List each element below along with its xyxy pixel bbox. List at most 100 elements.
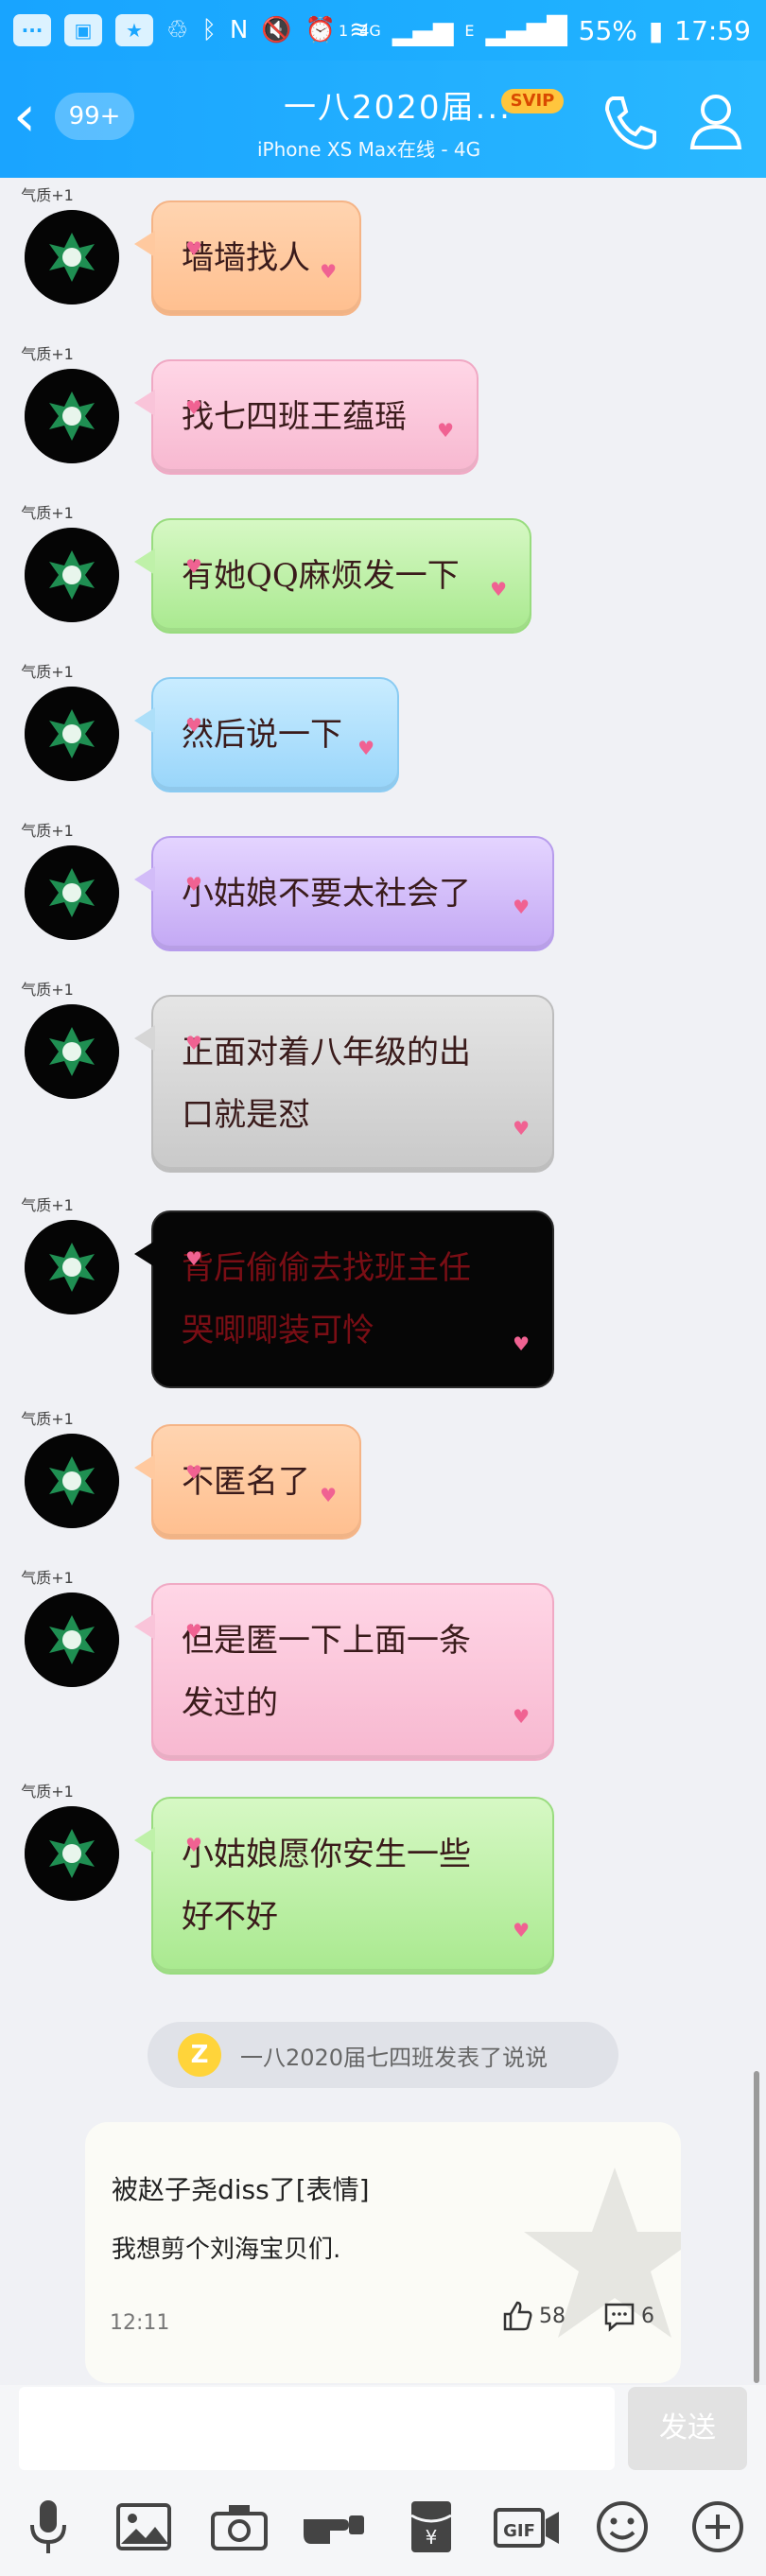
- battery-icon: ▮: [648, 14, 664, 46]
- clock: 17:59: [674, 14, 751, 46]
- message-input[interactable]: [19, 2387, 615, 2470]
- message-bubble[interactable]: 不匿名了 ♥ ♥: [134, 1424, 361, 1540]
- heart-decoration-icon: ♥: [185, 1620, 202, 1643]
- scrollbar[interactable]: [754, 2071, 759, 2383]
- avatar[interactable]: [25, 1220, 119, 1314]
- message-bubble[interactable]: 但是匿一下上面一条 发过的 ♥ ♥: [134, 1583, 554, 1761]
- message-app-icon: ···: [13, 14, 51, 46]
- avatar[interactable]: [25, 1806, 119, 1901]
- message-bubble[interactable]: 然后说一下 ♥ ♥: [134, 677, 399, 792]
- send-button[interactable]: 发送: [628, 2387, 747, 2470]
- heart-decoration-icon: ♥: [320, 260, 337, 283]
- camera-icon[interactable]: [205, 2493, 273, 2561]
- heart-decoration-icon: ♥: [513, 896, 530, 918]
- heart-decoration-icon: ♥: [513, 1919, 530, 1941]
- heart-decoration-icon: ♥: [185, 396, 202, 419]
- message-bubble[interactable]: 小姑娘愿你安生一些 好不好 ♥ ♥: [134, 1797, 554, 1975]
- comment-button[interactable]: 6: [603, 2300, 654, 2332]
- message-text: 然后说一下: [182, 716, 342, 754]
- message-text: 口就是怼: [182, 1096, 310, 1134]
- heart-decoration-icon: ♥: [185, 555, 202, 578]
- chat-subtitle: iPhone XS Max在线 - 4G: [257, 138, 481, 161]
- avatar-badge: 气质+1: [21, 822, 74, 840]
- avatar[interactable]: [25, 1593, 119, 1687]
- post-text-line-1: 被赵子尧diss了[表情]: [112, 2174, 370, 2205]
- gallery-app-icon: ▣: [64, 14, 102, 46]
- heart-decoration-icon: ♥: [185, 714, 202, 737]
- red-packet-icon[interactable]: ¥: [397, 2493, 465, 2561]
- avatar-badge: 气质+1: [21, 186, 74, 204]
- plus-icon[interactable]: [684, 2493, 752, 2561]
- heart-decoration-icon: ♥: [185, 1461, 202, 1484]
- message-text: 找七四班王蕴瑶: [182, 398, 407, 436]
- heart-decoration-icon: ♥: [437, 419, 454, 442]
- message-text: 不匿名了: [182, 1463, 310, 1501]
- avatar[interactable]: [25, 528, 119, 622]
- gif-icon[interactable]: GIF: [493, 2493, 561, 2561]
- avatar[interactable]: [25, 687, 119, 781]
- status-bar: ··· ▣ ★ ♲ ᛒ N 🔇 ⏰ ≋ 1 4G ▂▄▆ E ▂▄▆█ 55% …: [0, 0, 766, 61]
- heart-decoration-icon: ♥: [490, 578, 507, 600]
- avatar-badge: 气质+1: [21, 345, 74, 363]
- message-text: 但是匿一下上面一条: [182, 1622, 471, 1660]
- comment-count: 6: [641, 2304, 654, 2328]
- chat-header: ‹ 99+ 一八2020届... SVIP iPhone XS Max在线 - …: [0, 61, 766, 178]
- heart-decoration-icon: ♥: [185, 1247, 202, 1270]
- message-bubble[interactable]: 背后偷偷去找班主任 哭唧唧装可怜 ♥ ♥: [134, 1210, 554, 1388]
- comment-icon: [604, 2303, 635, 2332]
- message-bubble[interactable]: 找七四班王蕴瑶 ♥ ♥: [134, 359, 479, 475]
- message-text: 哭唧唧装可怜: [182, 1312, 374, 1349]
- avatar[interactable]: [25, 210, 119, 305]
- star-app-icon: ★: [115, 14, 153, 46]
- hand-icon[interactable]: [301, 2493, 369, 2561]
- message-bubble[interactable]: 有她QQ麻烦发一下 ♥ ♥: [134, 518, 531, 634]
- message-bubble[interactable]: 正面对着八年级的出 口就是怼 ♥ ♥: [134, 995, 554, 1173]
- thumbs-up-icon: [503, 2301, 532, 2331]
- message-bubble[interactable]: 墙墙找人 ♥ ♥: [134, 200, 361, 316]
- message-text: 有她QQ麻烦发一下: [182, 557, 460, 595]
- sim-slot: 1: [339, 21, 349, 40]
- heart-decoration-icon: ♥: [185, 1032, 202, 1054]
- recycle-icon: ♲: [166, 16, 189, 44]
- heart-decoration-icon: ♥: [513, 1117, 530, 1140]
- message-text: 小姑娘愿你安生一些: [182, 1836, 471, 1873]
- chat-title[interactable]: 一八2020届...: [284, 81, 512, 128]
- message-text: 正面对着八年级的出: [182, 1034, 471, 1071]
- heart-decoration-icon: ♥: [185, 237, 202, 260]
- svg-text:¥: ¥: [425, 2526, 437, 2549]
- phone-icon[interactable]: [596, 89, 662, 155]
- mic-icon[interactable]: [14, 2493, 82, 2561]
- profile-icon[interactable]: [683, 87, 749, 153]
- avatar[interactable]: [25, 1004, 119, 1099]
- network-type: 4G: [359, 21, 381, 40]
- bluetooth-icon: ᛒ: [201, 16, 217, 44]
- post-card[interactable]: 被赵子尧diss了[表情] 我想剪个刘海宝贝们. 12:11 58 6: [85, 2122, 681, 2383]
- message-bubble[interactable]: 小姑娘不要太社会了 ♥ ♥: [134, 836, 554, 951]
- heart-decoration-icon: ♥: [513, 1332, 530, 1355]
- avatar-badge: 气质+1: [21, 504, 74, 522]
- avatar[interactable]: [25, 845, 119, 940]
- heart-decoration-icon: ♥: [320, 1484, 337, 1506]
- message-text: 墙墙找人: [182, 239, 310, 277]
- avatar[interactable]: [25, 369, 119, 463]
- image-icon[interactable]: [110, 2493, 178, 2561]
- unread-badge[interactable]: 99+: [55, 93, 134, 140]
- heart-decoration-icon: ♥: [513, 1705, 530, 1728]
- avatar-badge: 气质+1: [21, 1783, 74, 1801]
- avatar-badge: 气质+1: [21, 1410, 74, 1428]
- avatar-badge: 气质+1: [21, 1196, 74, 1214]
- emoji-icon[interactable]: [588, 2493, 656, 2561]
- signal-icon: ▂▄▆: [392, 14, 454, 46]
- input-toolbar: ¥ GIF: [0, 2480, 766, 2574]
- battery-percent: 55%: [578, 14, 637, 46]
- avatar[interactable]: [25, 1434, 119, 1528]
- svip-badge: SVIP: [501, 89, 564, 113]
- signal-icon-2: ▂▄▆█: [485, 14, 567, 46]
- avatar-badge: 气质+1: [21, 663, 74, 681]
- message-text: 好不好: [182, 1898, 278, 1936]
- notice-text: 一八2020届七四班发表了说说: [240, 2044, 548, 2071]
- qzone-notice[interactable]: Z 一八2020届七四班发表了说说: [148, 2022, 618, 2088]
- post-text-line-2: 我想剪个刘海宝贝们.: [112, 2236, 341, 2264]
- nfc-icon: N: [229, 16, 249, 44]
- like-button[interactable]: 58: [501, 2300, 566, 2332]
